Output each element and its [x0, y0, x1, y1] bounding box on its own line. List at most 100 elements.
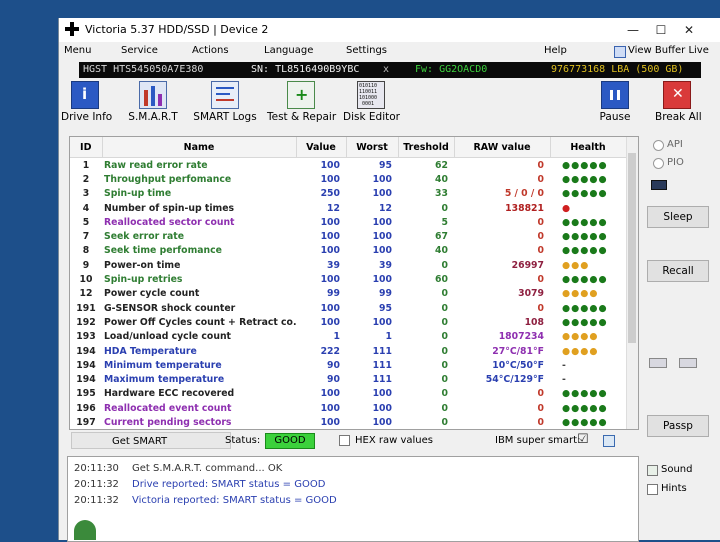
pio-label: PIO [667, 157, 684, 168]
smart-worst-cell: 100 [372, 245, 392, 257]
table-row[interactable]: 4 Number of spin-up times 12 12 0 138821 ● [70, 201, 626, 215]
api-radio[interactable] [653, 140, 664, 151]
smart-logs-button[interactable]: SMART Logs [191, 81, 259, 125]
table-row[interactable]: 1 Raw read error rate 100 95 62 0 ●●●●● [70, 158, 626, 173]
device-close-button[interactable]: x [383, 62, 389, 78]
smart-table-body: 1 Raw read error rate 100 95 62 0 ●●●●● 2 Throug… [70, 158, 626, 430]
table-scrollbar[interactable] [626, 137, 638, 429]
pause-icon [601, 81, 629, 109]
smart-raw-cell: 0 [537, 302, 544, 314]
smart-id-cell: 4 [82, 202, 90, 214]
smart-value-cell: 90 [327, 374, 340, 386]
table-row[interactable]: 195 Hardware ECC recovered 100 100 0 0 ●●●●● [70, 387, 626, 401]
col-threshold[interactable]: Treshold [398, 137, 455, 158]
smart-id-cell: 194 [76, 359, 96, 371]
smart-button[interactable]: S.M.A.R.T [123, 81, 183, 125]
smart-status-badge: GOOD [265, 433, 315, 449]
table-scroll-thumb[interactable] [628, 153, 636, 343]
smart-threshold-cell: 0 [441, 388, 448, 400]
table-row[interactable]: 192 Power Off Cycles count + Retract co..… [70, 315, 626, 329]
smart-worst-cell: 95 [379, 302, 392, 314]
sound-label: Sound [661, 464, 693, 475]
table-row[interactable]: 193 Load/unload cycle count 1 1 0 1807234 ●●●● [70, 330, 626, 344]
log-time: 20:11:32 [74, 495, 119, 506]
smart-worst-cell: 111 [372, 374, 392, 386]
smart-worst-cell: 100 [372, 173, 392, 185]
table-row[interactable]: 2 Throughput perfomance 100 100 40 0 ●●●●● [70, 172, 626, 186]
minimize-button[interactable]: — [619, 20, 647, 40]
table-row[interactable]: 12 Power cycle count 99 99 0 3079 ●●●● [70, 287, 626, 301]
smart-value-cell: 250 [320, 188, 340, 200]
table-row[interactable]: 9 Power-on time 39 39 0 26997 ●●● [70, 258, 626, 272]
col-health[interactable]: Health [550, 137, 627, 158]
smart-raw-cell: 108 [524, 316, 544, 328]
test-repair-button[interactable]: + Test & Repair [267, 81, 336, 125]
disk-editor-button[interactable]: 010110 110011 101000 0001 Disk Editor [343, 81, 400, 125]
menu-help[interactable]: Help [544, 45, 567, 56]
smart-id-cell: 8 [82, 245, 90, 257]
close-window-button[interactable]: ✕ [675, 20, 703, 40]
table-row[interactable]: 197 Current pending sectors 100 100 0 0 ●●●●● [70, 415, 626, 429]
table-row[interactable]: 194 Maximum temperature 90 111 0 54°C/129°F - [70, 372, 626, 386]
menu-service[interactable]: Service [121, 45, 158, 56]
table-row[interactable]: 8 Seek time perfomance 100 100 40 0 ●●●●● [70, 244, 626, 258]
smart-raw-cell: 138821 [505, 202, 544, 214]
drive-info-button[interactable]: i Drive Info [61, 81, 112, 125]
smart-name-cell: G-SENSOR shock counter [104, 302, 236, 314]
table-row[interactable]: 10 Spin-up retries 100 100 60 0 ●●●●● [70, 272, 626, 286]
menu-actions[interactable]: Actions [192, 45, 229, 56]
smart-id-cell: 9 [82, 259, 90, 271]
menu-language[interactable]: Language [264, 45, 313, 56]
smart-worst-cell: 100 [372, 274, 392, 286]
col-name[interactable]: Name [102, 137, 297, 158]
maximize-button[interactable]: ☐ [647, 20, 675, 40]
smart-name-cell: Power-on time [104, 259, 181, 271]
smart-table[interactable]: ID Name Value Worst Treshold RAW value H… [69, 136, 639, 430]
sound-checkbox[interactable] [647, 465, 658, 476]
hex-raw-checkbox[interactable] [339, 435, 350, 446]
pause-button[interactable]: Pause [595, 81, 635, 125]
smart-bars-icon [139, 81, 167, 109]
log-panel[interactable]: 20:11:30 Get S.M.A.R.T. command... OK 20:1… [67, 456, 639, 542]
device-info-bar[interactable]: HGST HTS545050A7E380 SN: TL8516490B9YBC … [79, 62, 701, 78]
logs-icon [211, 81, 239, 109]
ibm-super-smart-checkbox[interactable]: ☑ [577, 432, 589, 447]
col-raw-value[interactable]: RAW value [454, 137, 551, 158]
smart-threshold-cell: 0 [441, 259, 448, 271]
view-buffer-live[interactable]: View Buffer Live [628, 45, 709, 56]
log-time: 20:11:32 [74, 479, 119, 490]
sleep-button[interactable]: Sleep [647, 206, 709, 228]
smart-id-cell: 2 [82, 173, 90, 185]
menu-menu[interactable]: Menu [64, 45, 91, 56]
table-row[interactable]: 194 HDA Temperature 222 111 0 27°C/81°F ●●●● [70, 344, 626, 358]
table-row[interactable]: 194 Minimum temperature 90 111 0 10°C/50°F - [70, 358, 626, 372]
view-buffer-icon[interactable] [614, 46, 626, 58]
passp-button[interactable]: Passp [647, 415, 709, 437]
smart-name-cell: Raw read error rate [104, 159, 208, 171]
hints-checkbox[interactable] [647, 484, 658, 495]
table-row[interactable]: 191 G-SENSOR shock counter 100 95 0 0 ●●●●● [70, 301, 626, 315]
smart-worst-cell: 100 [372, 216, 392, 228]
col-value[interactable]: Value [296, 137, 347, 158]
table-row[interactable]: 3 Spin-up time 250 100 33 5 / 0 / 0 ●●●●● [70, 187, 626, 201]
start-orb-icon[interactable] [74, 520, 96, 540]
smart-health-cell: ●●●●● [562, 231, 608, 243]
left-step-icon[interactable] [649, 358, 667, 368]
smart-raw-cell: 54°C/129°F [485, 374, 544, 386]
refresh-small-icon[interactable] [603, 435, 615, 447]
smart-threshold-cell: 0 [441, 202, 448, 214]
col-worst[interactable]: Worst [346, 137, 399, 158]
col-id[interactable]: ID [70, 137, 103, 158]
right-step-icon[interactable] [679, 358, 697, 368]
smart-label: S.M.A.R.T [128, 111, 178, 123]
break-all-button[interactable]: ✕ Break All [655, 81, 702, 125]
device-model: HGST HTS545050A7E380 [83, 64, 204, 75]
smart-health-cell: ●●●●● [562, 416, 608, 428]
table-row[interactable]: 5 Reallocated sector count 100 100 5 0 ●●●●● [70, 215, 626, 229]
get-smart-button[interactable]: Get SMART [71, 432, 231, 449]
table-row[interactable]: 7 Seek error rate 100 100 67 0 ●●●●● [70, 229, 626, 243]
pio-radio[interactable] [653, 158, 664, 169]
recall-button[interactable]: Recall [647, 260, 709, 282]
table-row[interactable]: 196 Reallocated event count 100 100 0 0 ●●●●● [70, 401, 626, 415]
menu-settings[interactable]: Settings [346, 45, 387, 56]
